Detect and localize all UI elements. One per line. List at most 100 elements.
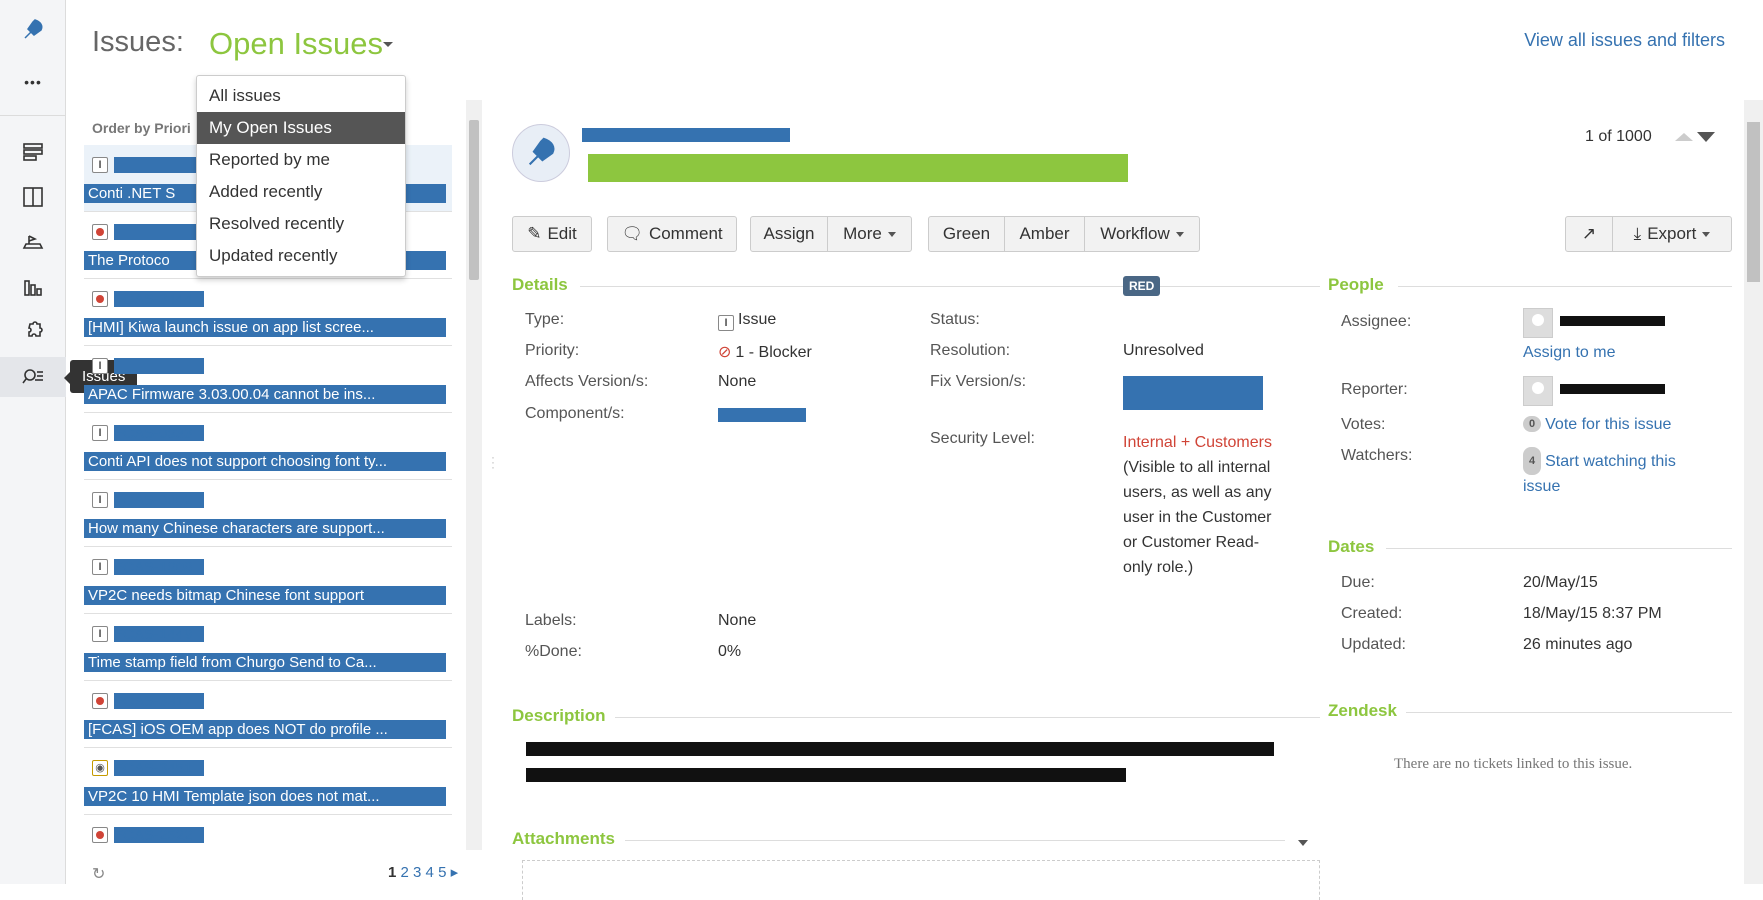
dropdown-item-reported-by-me[interactable]: Reported by me [197,144,405,176]
pane-resize-handle[interactable]: · · · [491,451,495,473]
amber-button[interactable]: Amber [1004,216,1085,252]
attachment-drop-zone[interactable] [522,860,1320,900]
component-value[interactable] [718,408,806,422]
filter-selector[interactable]: Open Issues [209,26,383,62]
breadcrumb[interactable] [582,128,790,142]
workflow-button[interactable]: Workflow [1084,216,1200,252]
watch-link[interactable]: Start watching this issue [1523,453,1676,495]
description-heading[interactable]: Description [512,706,606,726]
scroll-thumb[interactable] [1747,122,1760,282]
issue-summary[interactable]: [HMI] Kiwa launch issue on app list scre… [84,318,446,337]
details-heading[interactable]: Details [512,275,568,295]
pencil-icon: ✎ [527,224,542,243]
done-label: %Done: [525,643,582,660]
list-item[interactable]: FCAS-2522 [84,815,452,850]
fix-version-value[interactable] [1123,376,1263,410]
dropdown-item-updated-recently[interactable]: Updated recently [197,240,405,272]
page-link[interactable]: 4 [426,864,434,881]
issue-key[interactable]: FCAS-0002 [114,492,204,509]
page-link[interactable]: 2 [401,864,409,881]
list-item[interactable]: I FCAS-1449 Time stamp field from Churgo… [84,614,452,681]
more-icon[interactable]: ••• [0,62,66,102]
divider [625,840,1285,841]
issue-key[interactable]: FCAS-2522 [114,827,204,844]
next-issue-icon[interactable] [1697,132,1715,142]
dropdown-item-my-open-issues[interactable]: My Open Issues [197,112,405,144]
issue-key[interactable]: FCAS-1449 [114,626,204,643]
vote-link[interactable]: Vote for this issue [1545,416,1671,433]
zendesk-empty-message: There are no tickets linked to this issu… [1394,756,1633,772]
dates-heading[interactable]: Dates [1328,537,1374,557]
issue-summary-title[interactable] [588,154,1128,182]
chevron-down-icon[interactable] [383,42,393,52]
zendesk-heading[interactable]: Zendesk [1328,701,1397,721]
scroll-thumb[interactable] [469,120,479,280]
issue-type-icon: I [92,559,108,575]
dropdown-item-all-issues[interactable]: All issues [197,80,405,112]
page-current[interactable]: 1 [388,864,396,881]
project-avatar[interactable] [512,124,570,182]
issue-type-icon: I [718,315,734,331]
list-item[interactable]: I APAC Firmware 3.03.00.04 cannot be ins… [84,346,452,413]
backlog-icon[interactable] [0,132,66,172]
blocker-priority-icon: ⊘ [718,344,732,361]
page-scrollbar[interactable] [1744,100,1763,884]
issue-key[interactable]: FCAS-3317 [114,693,204,710]
more-button[interactable]: More [827,216,912,252]
issue-summary[interactable]: APAC Firmware 3.03.00.04 cannot be ins..… [84,385,446,404]
green-button[interactable]: Green [928,216,1005,252]
status-label: Status: [930,311,980,328]
board-icon[interactable] [0,177,66,217]
blocker-icon [92,693,108,709]
app-logo-icon[interactable] [0,8,66,52]
list-scrollbar[interactable] [466,100,482,850]
issue-summary[interactable]: [FCAS] iOS OEM app does NOT do profile .… [84,720,446,739]
list-item[interactable]: I FCAS-0002 How many Chinese characters … [84,480,452,547]
issue-summary[interactable]: How many Chinese characters are support.… [84,519,446,538]
issue-key[interactable]: FCAS-0933 [114,425,204,442]
addons-icon[interactable] [0,312,66,352]
releases-icon[interactable] [0,222,66,262]
people-heading[interactable]: People [1328,275,1384,295]
divider [1406,712,1732,713]
list-item[interactable]: I FCAS-0933 Conti API does not support c… [84,413,452,480]
issue-key[interactable]: FCAS-3444 [114,291,204,308]
issue-key[interactable]: FCAS-3451 [114,760,204,777]
assign-to-me-link[interactable]: Assign to me [1523,344,1615,362]
resolution-value: Unresolved [1123,342,1204,359]
issues-nav-icon[interactable] [0,357,66,397]
issue-summary[interactable]: VP2C needs bitmap Chinese font support [84,586,446,605]
assign-button[interactable]: Assign [750,216,828,252]
chevron-down-icon[interactable] [1298,840,1308,846]
assignee-name[interactable] [1560,316,1665,326]
view-all-issues-link[interactable]: View all issues and filters [1524,30,1725,51]
list-item[interactable]: FCAS-3444 [HMI] Kiwa launch issue on app… [84,279,452,346]
issue-key[interactable] [114,224,204,240]
priority-label: Priority: [525,342,580,359]
next-page-icon[interactable]: ▸ [451,864,459,881]
comment-button[interactable]: 🗨 Comment [607,216,737,252]
dropdown-item-resolved-recently[interactable]: Resolved recently [197,208,405,240]
issue-key[interactable] [114,157,204,173]
list-item[interactable]: FCAS-3317 [FCAS] iOS OEM app does NOT do… [84,681,452,748]
reporter-name[interactable] [1560,384,1665,394]
previous-issue-icon[interactable] [1675,133,1693,141]
list-item[interactable]: ◉ FCAS-3451 VP2C 10 HMI Template json do… [84,748,452,815]
dropdown-item-added-recently[interactable]: Added recently [197,176,405,208]
attachments-heading[interactable]: Attachments [512,829,615,849]
edit-button[interactable]: ✎ Edit [512,216,592,252]
issue-key[interactable] [114,358,204,374]
page-link[interactable]: 5 [438,864,446,881]
issue-summary[interactable]: Time stamp field from Churgo Send to Ca.… [84,653,446,672]
page-link[interactable]: 3 [413,864,421,881]
order-by-label[interactable]: Order by Priori [92,120,191,136]
share-button[interactable]: ↗ [1565,216,1613,252]
refresh-icon[interactable]: ↻ [92,864,105,884]
issue-summary[interactable]: VP2C 10 HMI Template json does not mat..… [84,787,446,806]
list-item[interactable]: I FCAS-1908 VP2C needs bitmap Chinese fo… [84,547,452,614]
reports-icon[interactable] [0,267,66,307]
divider [580,286,1320,287]
issue-key[interactable]: FCAS-1908 [114,559,204,576]
issue-summary[interactable]: Conti API does not support choosing font… [84,452,446,471]
export-button[interactable]: ⤓ Export [1612,216,1732,252]
